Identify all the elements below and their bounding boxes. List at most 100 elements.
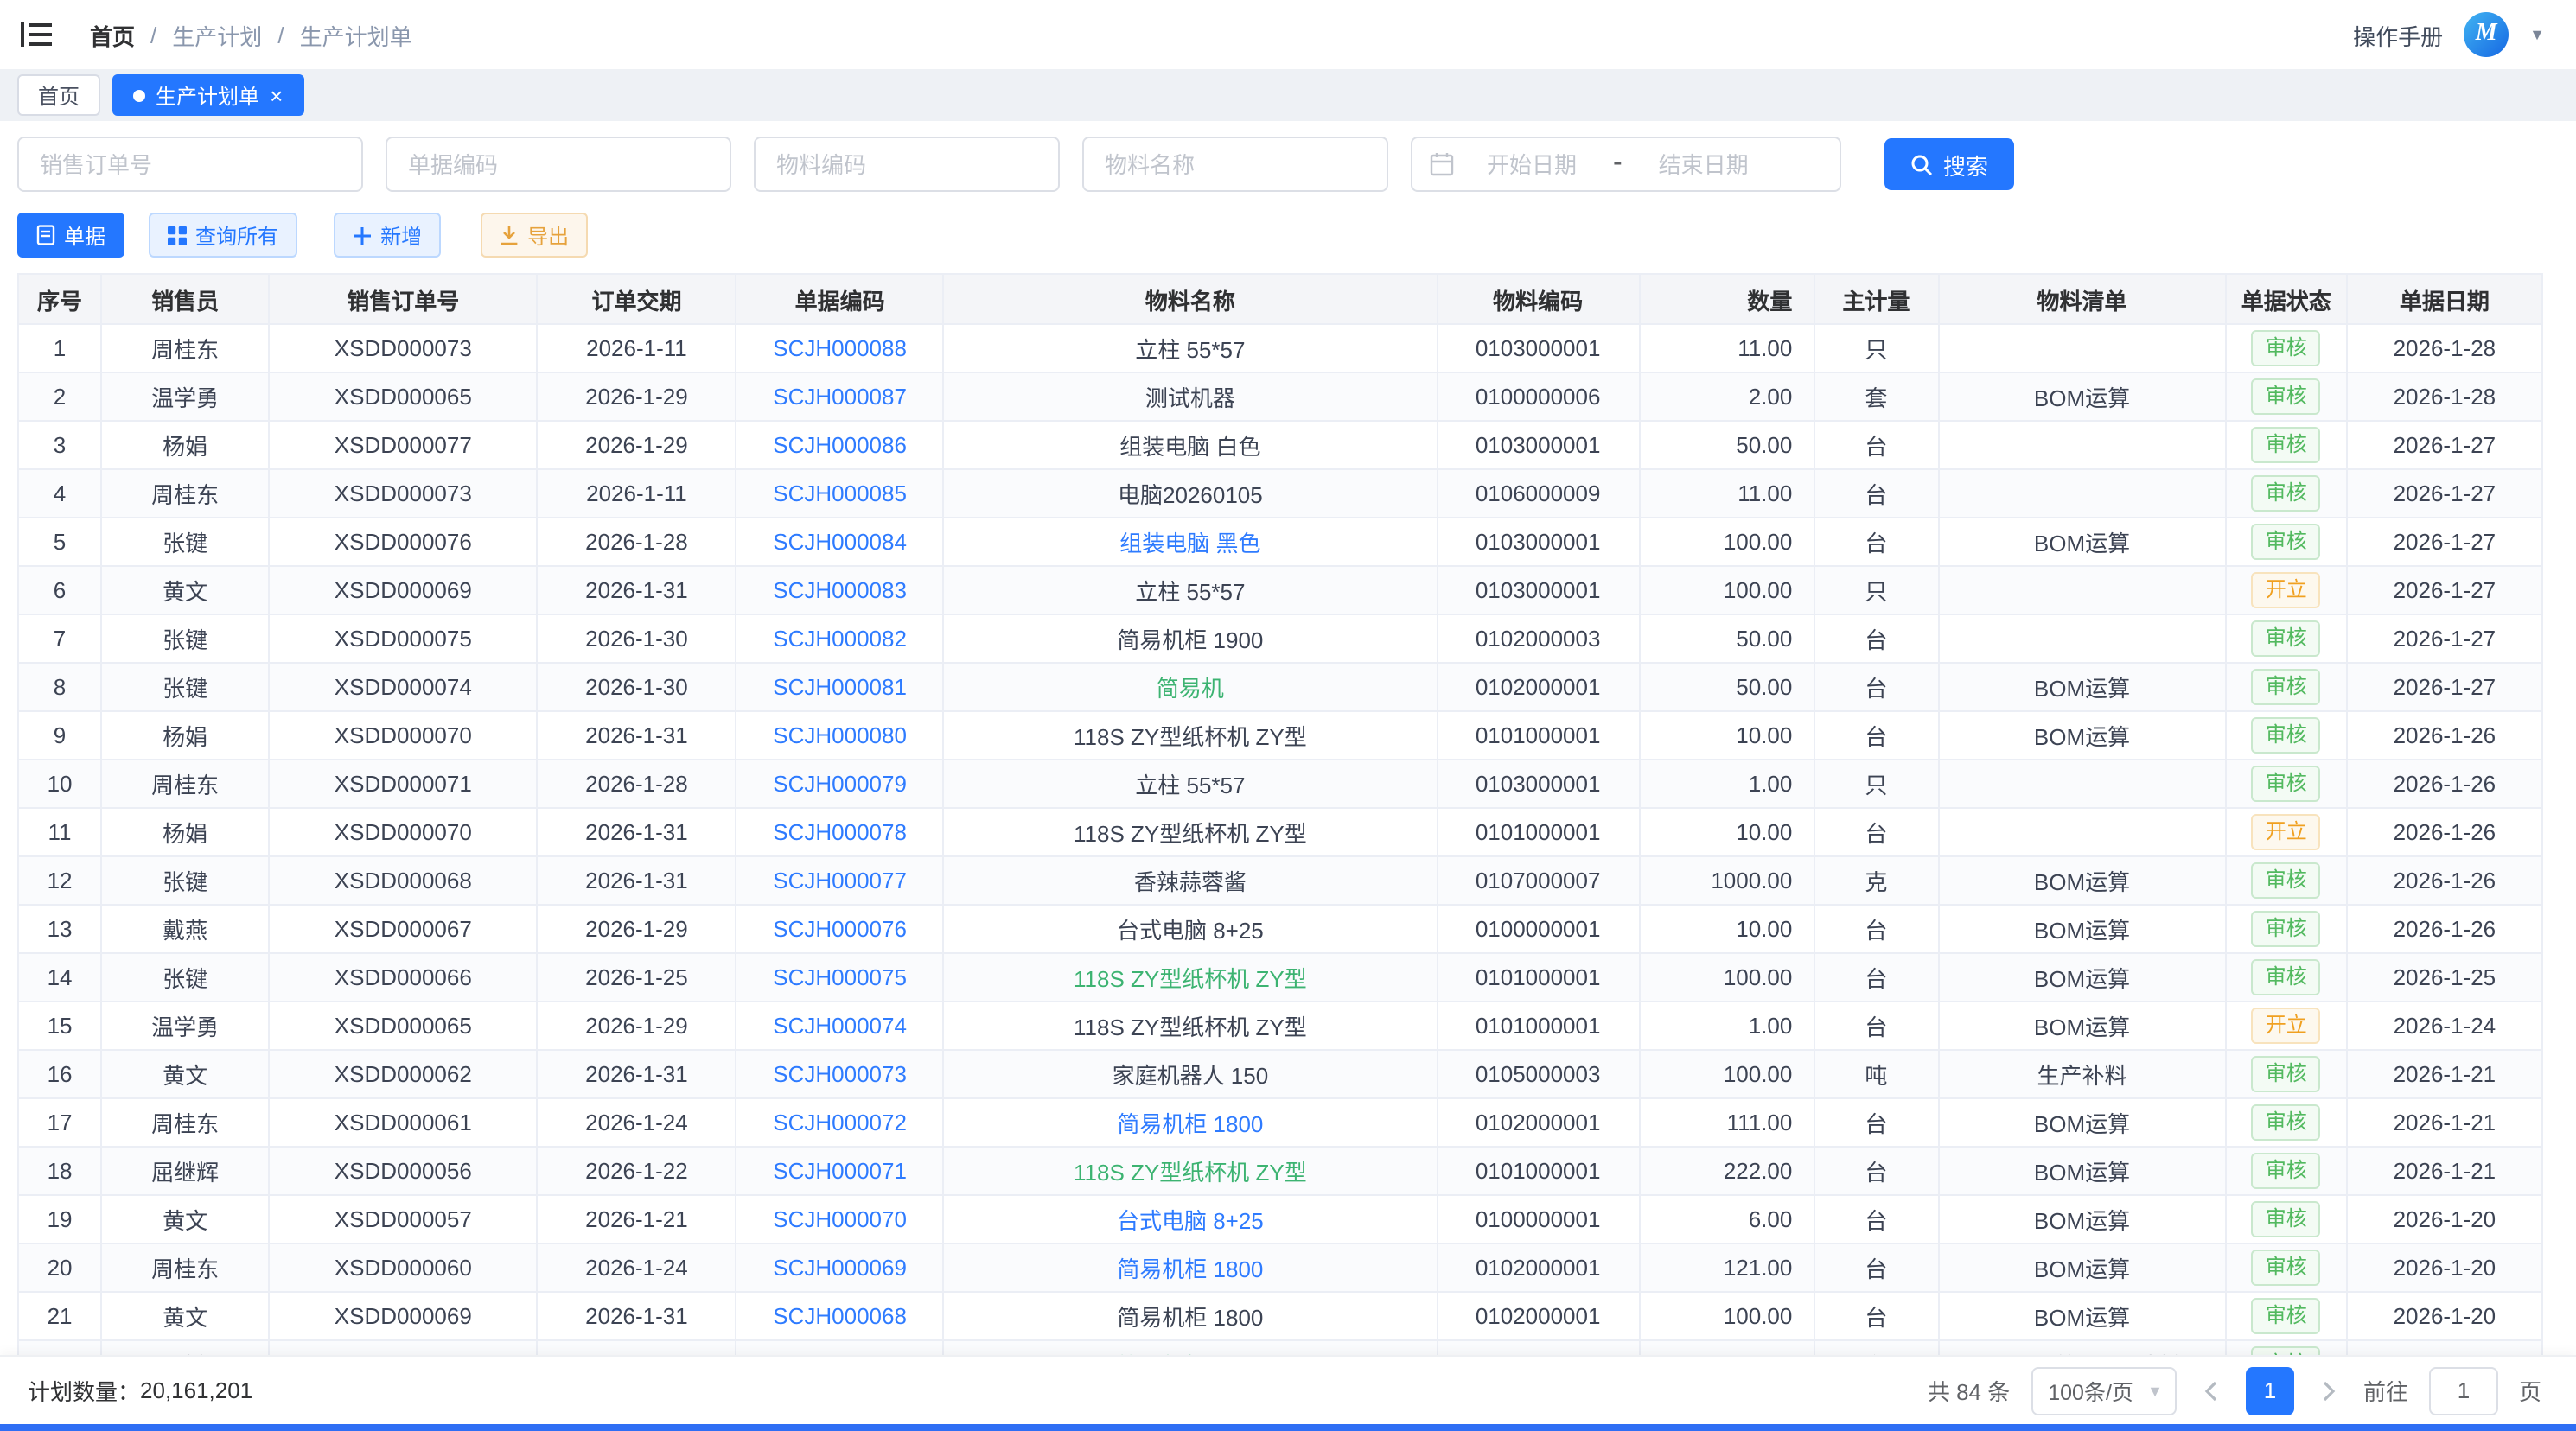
breadcrumb-production-plan[interactable]: 生产计划: [172, 18, 262, 51]
sale-order-input[interactable]: [17, 137, 363, 192]
cell-material_code: 0107000007: [1437, 856, 1639, 905]
table-row[interactable]: 19黄文XSDD0000572026-1-21SCJH000070台式电脑 8+…: [18, 1195, 2542, 1243]
prev-page-button[interactable]: [2197, 1380, 2225, 1401]
table-row[interactable]: 5张键XSDD0000762026-1-28SCJH000084组装电脑 黑色0…: [18, 518, 2542, 566]
material-name-input[interactable]: [1082, 137, 1388, 192]
query-all-button[interactable]: 查询所有: [149, 213, 297, 258]
cell-sale_order: XSDD000061: [269, 1098, 537, 1147]
table-row[interactable]: 7张键XSDD0000752026-1-30SCJH000082简易机柜 190…: [18, 614, 2542, 663]
doc-code-link[interactable]: SCJH000084: [773, 529, 907, 555]
export-button[interactable]: 导出: [481, 213, 588, 258]
doc-code-link[interactable]: SCJH000074: [773, 1013, 907, 1039]
doc-code-link[interactable]: SCJH000076: [773, 916, 907, 942]
cell-doc_date: 2026-1-24: [2347, 1002, 2542, 1050]
cell-status: 审核: [2226, 324, 2347, 372]
status-badge: 审核: [2252, 911, 2321, 947]
status-badge: 审核: [2252, 330, 2321, 366]
doc-button[interactable]: 单据: [17, 213, 124, 258]
cell-seller: 周桂东: [101, 760, 269, 808]
material-code-input[interactable]: [754, 137, 1060, 192]
table-row[interactable]: 8张键XSDD0000742026-1-30SCJH000081简易机01020…: [18, 663, 2542, 711]
doc-code-link[interactable]: SCJH000068: [773, 1303, 907, 1329]
tab-production-plan-doc[interactable]: 生产计划单 ×: [112, 74, 303, 116]
date-range-picker[interactable]: -: [1411, 137, 1841, 192]
table-row[interactable]: 13戴燕XSDD0000672026-1-29SCJH000076台式电脑 8+…: [18, 905, 2542, 953]
doc-code-link[interactable]: SCJH000086: [773, 432, 907, 458]
manual-link[interactable]: 操作手册: [2353, 18, 2443, 51]
cell-material_code: 0103000001: [1437, 760, 1639, 808]
doc-code-link[interactable]: SCJH000080: [773, 722, 907, 748]
cell-due_date: 2026-1-31: [537, 1292, 736, 1340]
doc-code-link[interactable]: SCJH000085: [773, 480, 907, 506]
cell-doc_code: SCJH000077: [736, 856, 944, 905]
table-container[interactable]: 序号销售员销售订单号订单交期单据编码物料名称物料编码数量主计量物料清单单据状态单…: [17, 273, 2559, 1365]
table-row[interactable]: 4周桂东XSDD0000732026-1-11SCJH000085电脑20260…: [18, 469, 2542, 518]
cell-seq: 4: [18, 469, 101, 518]
doc-code-link[interactable]: SCJH000073: [773, 1061, 907, 1087]
cell-sale_order: XSDD000065: [269, 372, 537, 421]
doc-code-link[interactable]: SCJH000072: [773, 1110, 907, 1135]
doc-code-link[interactable]: SCJH000077: [773, 868, 907, 894]
cell-seller: 张键: [101, 518, 269, 566]
table-row[interactable]: 14张键XSDD0000662026-1-25SCJH000075118S ZY…: [18, 953, 2542, 1002]
start-date-input[interactable]: [1457, 151, 1606, 177]
doc-code-link[interactable]: SCJH000079: [773, 771, 907, 797]
doc-code-link[interactable]: SCJH000075: [773, 964, 907, 990]
cell-bom: BOM运算: [1938, 1002, 2225, 1050]
table-row[interactable]: 2温学勇XSDD0000652026-1-29SCJH000087测试机器010…: [18, 372, 2542, 421]
table-row[interactable]: 12张键XSDD0000682026-1-31SCJH000077香辣蒜蓉酱01…: [18, 856, 2542, 905]
search-button[interactable]: 搜索: [1884, 138, 2014, 190]
app-logo[interactable]: M: [2464, 12, 2509, 57]
doc-code-link[interactable]: SCJH000082: [773, 626, 907, 652]
add-button[interactable]: 新增: [334, 213, 441, 258]
table-row[interactable]: 3杨娟XSDD0000772026-1-29SCJH000086组装电脑 白色0…: [18, 421, 2542, 469]
status-badge: 审核: [2252, 1298, 2321, 1334]
doc-code-link[interactable]: SCJH000088: [773, 335, 907, 361]
table-row[interactable]: 18屈继辉XSDD0000562026-1-22SCJH000071118S Z…: [18, 1147, 2542, 1195]
doc-code-input[interactable]: [386, 137, 731, 192]
table-row[interactable]: 10周桂东XSDD0000712026-1-28SCJH000079立柱 55*…: [18, 760, 2542, 808]
table-row[interactable]: 9杨娟XSDD0000702026-1-31SCJH000080118S ZY型…: [18, 711, 2542, 760]
cell-bom: [1938, 324, 2225, 372]
cell-material_code: 0100000001: [1437, 905, 1639, 953]
table-row[interactable]: 6黄文XSDD0000692026-1-31SCJH000083立柱 55*57…: [18, 566, 2542, 614]
doc-code-link[interactable]: SCJH000078: [773, 819, 907, 845]
doc-code-link[interactable]: SCJH000083: [773, 577, 907, 603]
cell-qty: 1.00: [1639, 760, 1814, 808]
sidebar-collapse-icon[interactable]: [21, 22, 52, 47]
cell-sale_order: XSDD000075: [269, 614, 537, 663]
doc-code-link[interactable]: SCJH000081: [773, 674, 907, 700]
cell-unit: 台: [1814, 518, 1938, 566]
cell-doc_code: SCJH000087: [736, 372, 944, 421]
doc-code-link[interactable]: SCJH000087: [773, 384, 907, 410]
cell-doc_code: SCJH000079: [736, 760, 944, 808]
current-page-button[interactable]: 1: [2246, 1366, 2294, 1415]
tab-close-icon[interactable]: ×: [270, 84, 283, 106]
table-row[interactable]: 11杨娟XSDD0000702026-1-31SCJH000078118S ZY…: [18, 808, 2542, 856]
breadcrumb-home[interactable]: 首页: [90, 18, 135, 51]
cell-unit: 台: [1814, 1098, 1938, 1147]
cell-material_code: 0102000001: [1437, 663, 1639, 711]
table-row[interactable]: 20周桂东XSDD0000602026-1-24SCJH000069简易机柜 1…: [18, 1243, 2542, 1292]
user-menu-caret-icon[interactable]: ▼: [2529, 26, 2545, 43]
plan-qty-value: 20,161,201: [140, 1377, 252, 1403]
cell-status: 审核: [2226, 1195, 2347, 1243]
table-row[interactable]: 1周桂东XSDD0000732026-1-11SCJH000088立柱 55*5…: [18, 324, 2542, 372]
doc-code-link[interactable]: SCJH000071: [773, 1158, 907, 1184]
status-badge: 审核: [2252, 1153, 2321, 1189]
table-row[interactable]: 15温学勇XSDD0000652026-1-29SCJH000074118S Z…: [18, 1002, 2542, 1050]
cell-seq: 8: [18, 663, 101, 711]
cell-qty: 100.00: [1639, 1292, 1814, 1340]
cell-status: 审核: [2226, 760, 2347, 808]
table-row[interactable]: 17周桂东XSDD0000612026-1-24SCJH000072简易机柜 1…: [18, 1098, 2542, 1147]
next-page-button[interactable]: [2315, 1380, 2343, 1401]
doc-code-link[interactable]: SCJH000070: [773, 1206, 907, 1232]
table-row[interactable]: 21黄文XSDD0000692026-1-31SCJH000068简易机柜 18…: [18, 1292, 2542, 1340]
cell-status: 审核: [2226, 856, 2347, 905]
doc-code-link[interactable]: SCJH000069: [773, 1255, 907, 1281]
tab-home[interactable]: 首页: [17, 74, 100, 116]
table-row[interactable]: 16黄文XSDD0000622026-1-31SCJH000073家庭机器人 1…: [18, 1050, 2542, 1098]
goto-page-input[interactable]: [2429, 1366, 2498, 1415]
end-date-input[interactable]: [1629, 151, 1778, 177]
page-size-select[interactable]: 100条/页 ▼: [2031, 1366, 2177, 1415]
